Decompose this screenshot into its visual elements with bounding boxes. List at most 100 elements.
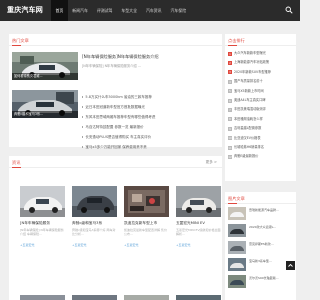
panel-accent-mark (228, 44, 237, 46)
news-card-3[interactable]: 凯迪拉克新车型上市 凯迪拉克最新车型配置详解 售价公布... +五菱宏光 (124, 186, 169, 247)
news-more-link[interactable]: 更多 > (206, 160, 217, 165)
bullet-icon (82, 136, 84, 138)
picture-article-title: 奇瑞新能源汽车品牌... (249, 208, 279, 212)
hot-feature[interactable]: [N年车辆保险服务]N年车辆保险服务介绍 [N年车辆保险] N年车辆保险服务介绍… (82, 54, 212, 68)
news-card-desc: 五菱宏光MINI EV续航和价格全面解析... (176, 228, 221, 237)
rank-number: 6 (228, 98, 232, 103)
rank-item[interactable]: 6 奥迪A4L车主真实口碑 (228, 96, 294, 105)
news-thumbnail (124, 186, 169, 217)
hot-card-caption: 如何看待别克君威... (12, 73, 78, 80)
hot-card-1[interactable]: 如何看待别克君威... (12, 52, 78, 80)
rank-item[interactable]: 1 大众汽车新款车型曝光 (228, 49, 294, 58)
rank-item-label: 比亚迪汉EV价格表 (234, 135, 261, 140)
picture-article-title: 沃尔沃S90长轴距版... (249, 276, 279, 280)
rank-item[interactable]: 4 国产车质量排名前十 (228, 77, 294, 86)
rank-item-label: 丰田凯美瑞混动版测评 (234, 107, 266, 112)
picture-article-item[interactable]: 奇瑞新能源汽车品牌... (228, 207, 294, 220)
news-thumbnail (176, 186, 221, 217)
news-card-title[interactable]: 五菱宏光MINI EV (176, 220, 221, 226)
car-photo (228, 258, 246, 271)
rank-number: 12 (228, 154, 232, 159)
picture-article-item[interactable]: 2020款大众途观L... (228, 224, 294, 237)
rank-item-label: 上海新能源汽车补贴政策 (234, 60, 270, 65)
hot-card-2[interactable]: 奔驰c级和宝马3系... (12, 90, 78, 118)
nav-item-insurance[interactable]: 汽车保险 (166, 0, 191, 21)
rank-item[interactable]: 2 上海新能源汽车补贴政策 (228, 58, 294, 67)
rank-item[interactable]: 9 吉利星越L配置参数 (228, 124, 294, 133)
rank-item-label: 吉利星越L配置参数 (234, 126, 262, 131)
news-card-tag[interactable]: +五菱宏光 (20, 243, 65, 247)
car-photo (176, 186, 221, 217)
news-card-tag[interactable]: +五菱宏光 (72, 243, 117, 247)
news-card-desc: 凯迪拉克最新车型配置详解 售价公布... (124, 228, 167, 237)
hot-feature-title[interactable]: [N年车辆保险服务]N年车辆保险服务介绍 (82, 54, 212, 60)
rank-item[interactable]: 11 长城哈弗H6销量排名 (228, 143, 294, 152)
list-item[interactable]: 近日本田冠道新车型官方首批数据曝光 (82, 102, 222, 112)
rank-number: 9 (228, 126, 232, 131)
car-photo (20, 186, 65, 217)
list-item-label: 近日本田冠道新车型官方首批数据曝光 (85, 105, 145, 109)
picture-article-thumb (228, 275, 246, 288)
back-to-top-button[interactable] (286, 261, 295, 270)
rank-item[interactable]: 10 比亚迪汉EV价格表 (228, 134, 294, 143)
rank-number: 10 (228, 136, 232, 141)
search-icon[interactable] (285, 6, 293, 14)
list-item-label: 5.8万买什么车5000km 省油的三款车推荐 (85, 95, 152, 99)
nav-item-home[interactable]: 首页 (51, 0, 68, 21)
news-card-4[interactable]: 五菱宏光MINI EV 五菱宏光MINI EV续航和价格全面解析... +五菱宏… (176, 186, 221, 247)
news-thumbnail (72, 186, 117, 217)
picture-article-item[interactable]: 沃尔沃S90长轴距版... (228, 275, 294, 288)
rank-number: 3 (228, 70, 232, 75)
picture-article-item[interactable]: 宝马新3系车型... (228, 258, 294, 271)
picture-article-item[interactable]: 雷克萨斯ES新款... (228, 241, 294, 254)
nav-item-news[interactable]: 新闻汽车 (68, 0, 93, 21)
news-card-tag[interactable]: +五菱宏光 (124, 243, 169, 247)
news-card-title[interactable]: 奔驰c级和宝马3系 (72, 220, 117, 226)
bullet-icon (82, 96, 84, 98)
nav-item-models[interactable]: 车型大全 (117, 0, 142, 21)
rank-item-label: 国产车质量排名前十 (234, 79, 263, 84)
rank-item-label: 本田雅阁油耗怎么样 (234, 116, 263, 121)
news-thumbnail-row2[interactable] (20, 295, 65, 300)
list-item[interactable]: 宝马x5多少万能开回家 保养费用贵不贵 (82, 142, 222, 152)
list-item[interactable]: 5.8万买什么车5000km 省油的三款车推荐 (82, 92, 222, 102)
rank-item[interactable]: 8 本田雅阁油耗怎么样 (228, 115, 294, 124)
rank-number: 1 (228, 51, 232, 56)
bullet-icon (82, 126, 84, 128)
rank-item[interactable]: 5 宝马X5新款上市时间 (228, 87, 294, 96)
car-photo (176, 295, 221, 300)
news-thumbnail-row2[interactable] (176, 295, 221, 300)
list-item[interactable]: 东风本田思域两厢车推荐车型有哪些值得考虑 (82, 112, 222, 122)
rank-item[interactable]: 7 丰田凯美瑞混动版测评 (228, 105, 294, 114)
list-item[interactable]: 长安逸动PLUS是否值得购买 车主真实评价 (82, 132, 222, 142)
news-card-2[interactable]: 奔驰c级和宝马3系 奔驰c级和宝马3系哪个好 两车对比分析... +五菱宏光 (72, 186, 117, 247)
car-photo (72, 295, 117, 300)
news-card-tag[interactable]: +五菱宏光 (176, 243, 221, 247)
news-card-title[interactable]: 凯迪拉克新车型上市 (124, 220, 169, 226)
nav-item-info[interactable]: 汽车资讯 (141, 0, 166, 21)
news-thumbnail-row2[interactable] (124, 295, 169, 300)
car-photo (124, 295, 169, 300)
nav-item-review[interactable]: 评测试驾 (92, 0, 117, 21)
rank-item-label: 大众汽车新款车型曝光 (234, 51, 266, 55)
top-navbar: 重庆汽车网 首页 新闻汽车 评测试驾 车型大全 汽车资讯 汽车保险 (0, 0, 300, 21)
rank-number: 11 (228, 145, 232, 150)
hot-article-list: 5.8万买什么车5000km 省油的三款车推荐 近日本田冠道新车型官方首批数据曝… (82, 92, 222, 152)
news-card-title[interactable]: [N年车辆保险服务 (20, 220, 65, 226)
bullet-icon (82, 146, 84, 148)
picture-article-title: 2020款大众途观L... (249, 225, 277, 229)
list-item[interactable]: 马自达阿特兹配置 参数一览 最新报价 (82, 122, 222, 132)
site-logo[interactable]: 重庆汽车网 (7, 5, 43, 15)
rank-item-label: 奔驰E级最新报价 (234, 154, 259, 159)
list-item-label: 长安逸动PLUS是否值得购买 车主真实评价 (85, 135, 152, 139)
rank-item[interactable]: 3 2020年新款SUV车型推荐 (228, 68, 294, 77)
hot-feature-desc: [N年车辆保险] N年车辆保险服务介绍 ... (82, 64, 141, 68)
news-thumbnail (20, 186, 65, 217)
picture-article-thumb (228, 258, 246, 271)
rank-item[interactable]: 12 奔驰E级最新报价 (228, 152, 294, 161)
picture-articles-heading: 图片文章 (228, 196, 245, 201)
news-thumbnail-row2[interactable] (72, 295, 117, 300)
news-card-1[interactable]: [N年车辆保险服务 [N年车辆保险] N年车辆保险服务介绍 车辆保险... +五… (20, 186, 65, 247)
main-nav: 首页 新闻汽车 评测试驾 车型大全 汽车资讯 汽车保险 (51, 0, 191, 21)
list-item-label: 马自达阿特兹配置 参数一览 最新报价 (85, 125, 144, 129)
